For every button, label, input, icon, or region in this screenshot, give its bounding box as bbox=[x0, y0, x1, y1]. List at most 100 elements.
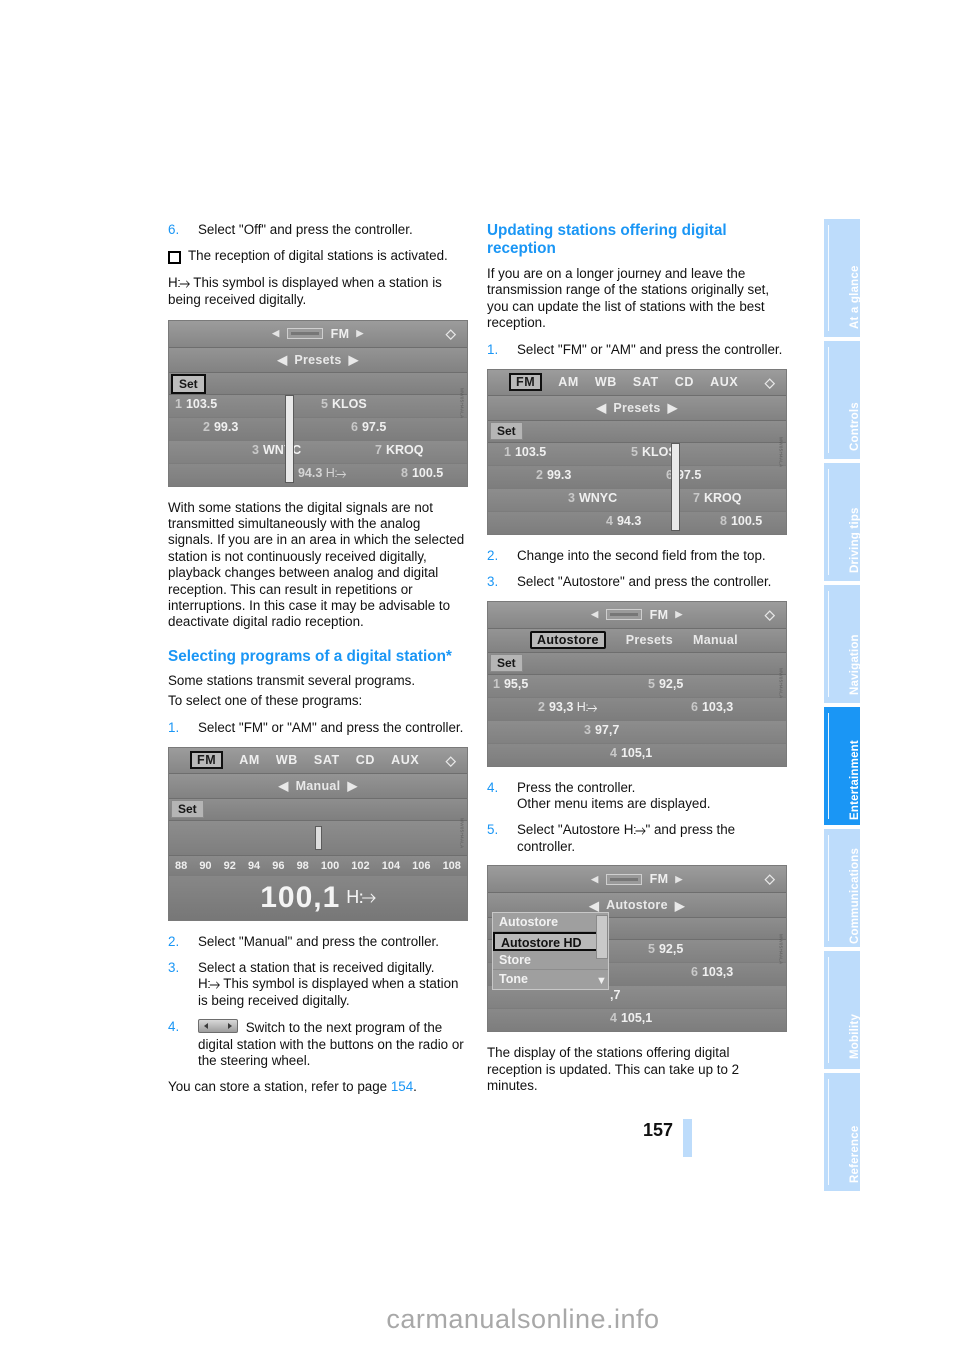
sidebar-item-label: Driving tips bbox=[849, 507, 861, 573]
sidebar-item-communications[interactable]: Communications bbox=[824, 829, 861, 947]
list-item: 5. Select "Autostore H⧴" and press the c… bbox=[487, 822, 787, 855]
tab-divider bbox=[828, 957, 829, 1063]
hd-symbol-note: H⧴ This symbol is displayed when a stati… bbox=[168, 275, 468, 309]
menu-item-tone[interactable]: Tone bbox=[493, 970, 608, 989]
sidebar-item-reference[interactable]: Reference bbox=[824, 1073, 861, 1191]
list-item: 1 95,5 5 92,5 bbox=[488, 674, 786, 698]
source-tab-aux[interactable]: AUX bbox=[710, 375, 738, 389]
radio-display-presets-sources: FM AM WB SAT CD AUX ◇ ◀ Presets ▶ Set 11… bbox=[487, 368, 787, 535]
source-tab-fm[interactable]: FM bbox=[190, 751, 224, 769]
chevron-down-icon[interactable]: ▼ bbox=[596, 975, 607, 987]
source-tab-am[interactable]: AM bbox=[239, 753, 260, 767]
scale-tick: 102 bbox=[351, 859, 370, 872]
section-tab-rail: At a glance Controls Driving tips Naviga… bbox=[824, 219, 861, 1191]
menu-item-autostore[interactable]: Autostore bbox=[493, 913, 608, 933]
menu-scrollbar[interactable]: ▼ bbox=[596, 915, 608, 987]
paragraph-analog-digital: With some stations the digital signals a… bbox=[168, 499, 465, 630]
square-bullet-icon bbox=[168, 251, 181, 265]
chevron-left-icon: ◀ bbox=[591, 873, 599, 884]
preset-list: 1103.5 5KLOS 299.3 697.5 3WNYC 7KROQ 494… bbox=[169, 394, 467, 486]
chevron-right-icon: ▶ bbox=[675, 609, 683, 620]
tab-divider bbox=[828, 713, 829, 819]
preset-value: 100.5 bbox=[411, 465, 444, 480]
display-source-tabs: FM AM WB SAT CD AUX ◇ bbox=[169, 747, 467, 774]
preset-index: 3 bbox=[584, 722, 591, 737]
menu-item-manual[interactable]: Manual bbox=[693, 633, 738, 647]
watermark: carmanualsonline.info bbox=[0, 1304, 960, 1335]
scrollbar-thumb[interactable] bbox=[596, 915, 608, 960]
hd-radio-icon: H⧴ bbox=[325, 465, 347, 480]
intro-line-2: To select one of these programs: bbox=[168, 692, 363, 708]
page-reference-link[interactable]: 154 bbox=[391, 1079, 413, 1094]
step-text-secondary: This symbol is displayed when a station … bbox=[198, 976, 459, 1008]
left-column: 6. Select "Off" and press the controller… bbox=[168, 222, 468, 1107]
sidebar-item-controls[interactable]: Controls bbox=[824, 341, 861, 459]
sidebar-item-at-a-glance[interactable]: At a glance bbox=[824, 219, 861, 337]
figure-caption-code: MW05H4ALA bbox=[459, 818, 465, 849]
source-tab-sat[interactable]: SAT bbox=[633, 375, 659, 389]
tuning-needle[interactable] bbox=[315, 825, 323, 850]
radio-display-presets: ◀ FM ▶ ◇ ◀ Presets ▶ Set 1103.5 5KLOS bbox=[168, 319, 468, 487]
display-set-row: Set bbox=[169, 798, 467, 821]
sidebar-item-entertainment[interactable]: Entertainment bbox=[824, 707, 861, 825]
preset-value: WNYC bbox=[262, 442, 302, 457]
chevron-left-icon: ◀ bbox=[278, 779, 289, 793]
preset-index: 5 bbox=[648, 676, 655, 691]
bullet-text: The reception of digital stations is act… bbox=[188, 248, 448, 264]
manual-page: At a glance Controls Driving tips Naviga… bbox=[0, 0, 960, 1358]
preset-index: 5 bbox=[648, 942, 655, 957]
source-tab-wb[interactable]: WB bbox=[595, 375, 617, 389]
source-tab-sat[interactable]: SAT bbox=[314, 753, 340, 767]
step-text: Select "Off" and press the controller. bbox=[198, 222, 413, 237]
sidebar-item-driving-tips[interactable]: Driving tips bbox=[824, 463, 861, 581]
list-item: 4. Press the controller. Other menu item… bbox=[487, 780, 787, 813]
set-button[interactable]: Set bbox=[490, 421, 523, 440]
figure-caption-code: MW05H4ALA bbox=[778, 933, 784, 965]
source-tab-fm[interactable]: FM bbox=[509, 373, 543, 392]
figure-caption-code: MW05H4ALA bbox=[778, 436, 784, 468]
preset-value: 103,3 bbox=[701, 965, 734, 980]
preset-index: 4 bbox=[606, 513, 613, 528]
menu-item-autostore-hd[interactable]: Autostore HD bbox=[493, 932, 608, 952]
tab-divider bbox=[828, 225, 829, 331]
display-set-row: Set bbox=[488, 652, 786, 675]
display-menu-row: ◀ Presets ▶ bbox=[169, 347, 467, 373]
chevron-left-icon: ◀ bbox=[272, 328, 280, 339]
list-item: 3 WNYC 7 KROQ bbox=[488, 488, 786, 512]
preset-value: 97.5 bbox=[676, 467, 702, 482]
menu-item-autostore[interactable]: Autostore bbox=[530, 631, 606, 650]
source-tab-cd[interactable]: CD bbox=[356, 753, 375, 767]
tab-divider bbox=[828, 591, 829, 697]
step-number: 3. bbox=[487, 574, 499, 590]
menu-item-store[interactable]: Store bbox=[493, 951, 608, 971]
frequency-scale: 88 90 92 94 96 98 100 102 104 106 108 bbox=[169, 855, 467, 876]
scroll-cursor[interactable] bbox=[671, 442, 680, 531]
set-button[interactable]: Set bbox=[171, 799, 204, 818]
source-tab-wb[interactable]: WB bbox=[276, 753, 298, 767]
scale-tick: 94 bbox=[247, 859, 261, 872]
scroll-cursor[interactable] bbox=[285, 394, 294, 483]
set-button[interactable]: Set bbox=[490, 653, 523, 672]
frequency-value: 100,1 bbox=[260, 880, 341, 914]
menu-item-presets[interactable]: Presets bbox=[626, 633, 673, 647]
list-item: 4 105,1 bbox=[488, 1009, 786, 1032]
sidebar-item-navigation[interactable]: Navigation bbox=[824, 585, 861, 703]
preset-index: 3 bbox=[568, 490, 575, 505]
list-item: 2 99.3 6 97.5 bbox=[169, 417, 467, 441]
preset-value: 103.5 bbox=[185, 396, 218, 411]
preset-value: 99.3 bbox=[213, 419, 239, 434]
source-tab-aux[interactable]: AUX bbox=[391, 753, 419, 767]
preset-value: WNYC bbox=[578, 490, 618, 505]
sidebar-item-mobility[interactable]: Mobility bbox=[824, 951, 861, 1069]
step-text: Select "Manual" and press the controller… bbox=[198, 933, 439, 949]
set-button[interactable]: Set bbox=[171, 373, 206, 394]
list-item: 2 93,3 H⧴ 6 103,3 bbox=[488, 697, 786, 721]
source-tab-am[interactable]: AM bbox=[558, 375, 579, 389]
preset-index: 8 bbox=[720, 513, 727, 528]
tuning-bar[interactable] bbox=[169, 820, 467, 856]
step-number: 3. bbox=[168, 959, 180, 975]
source-tab-cd[interactable]: CD bbox=[675, 375, 694, 389]
sidebar-item-label: Navigation bbox=[849, 634, 861, 695]
step-number: 4. bbox=[487, 779, 499, 795]
preset-index: 4 bbox=[610, 1011, 617, 1026]
